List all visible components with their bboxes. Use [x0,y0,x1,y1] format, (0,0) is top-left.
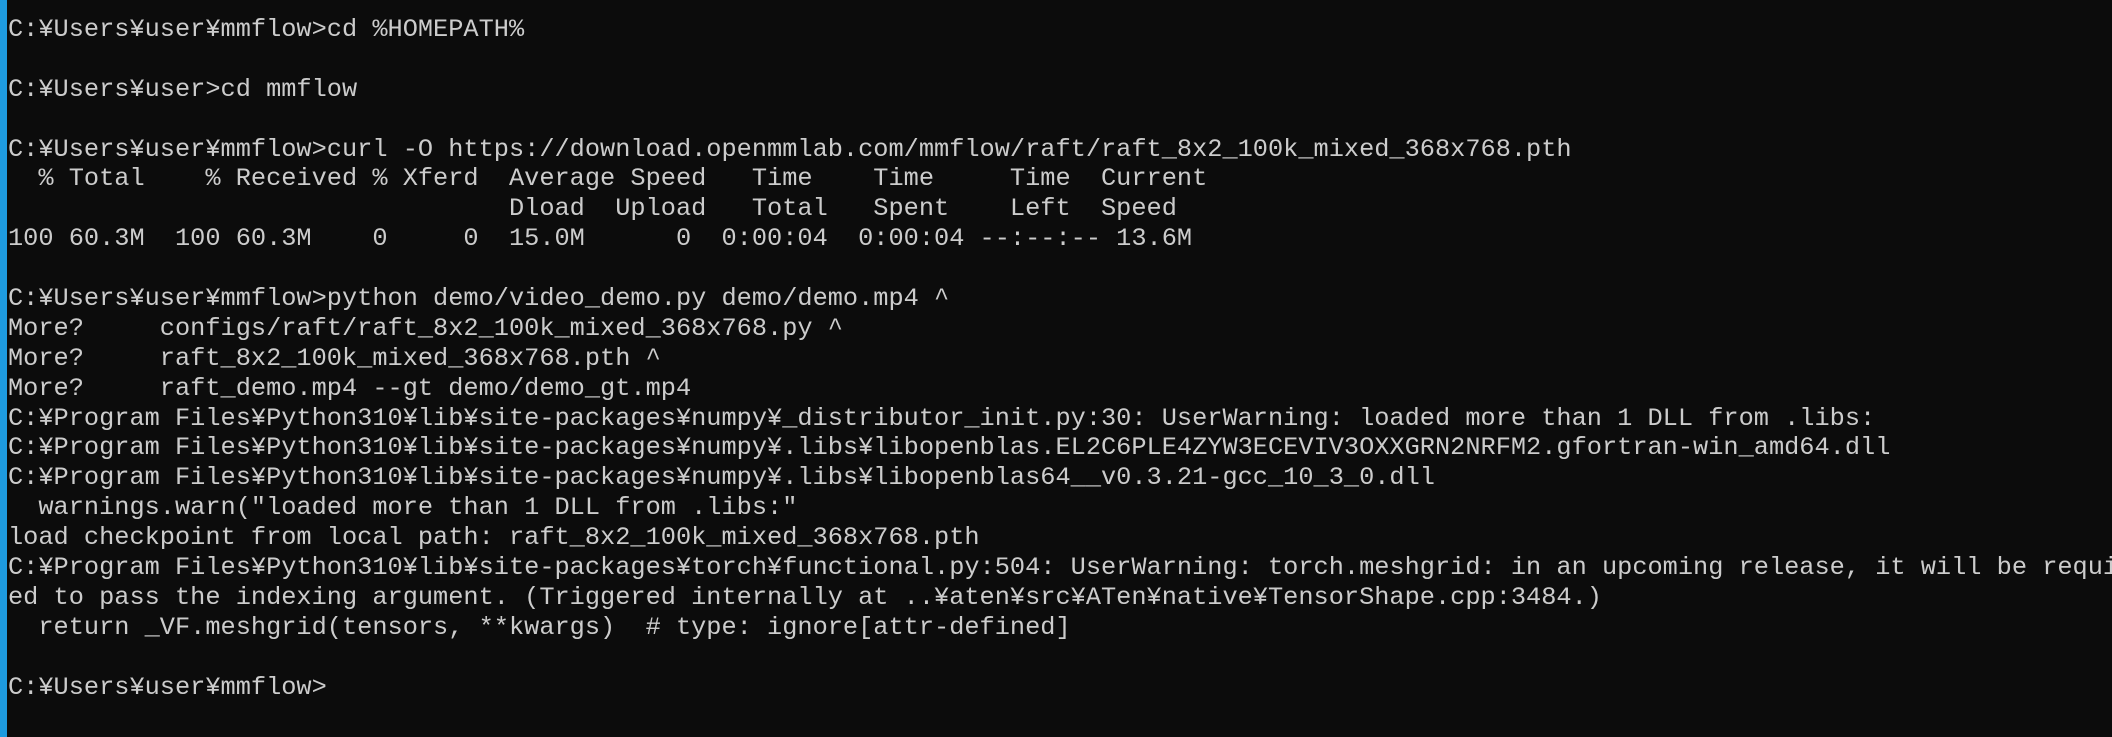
console-line: C:¥Users¥user¥mmflow>python demo/video_d… [8,284,950,314]
console-line: 100 60.3M 100 60.3M 0 0 15.0M 0 0:00:04 … [8,224,1193,254]
console-line: load checkpoint from local path: raft_8x… [8,523,980,553]
console-line: C:¥Program Files¥Python310¥lib¥site-pack… [8,403,1876,433]
window-edge [0,0,7,737]
terminal-output[interactable]: C:¥Users¥user¥mmflow>cd %HOMEPATH% C:¥Use… [8,15,2112,702]
console-line: return _VF.meshgrid(tensors, **kwargs) #… [8,612,1071,642]
command-prompt: C:¥Users¥user¥mmflow> [8,672,327,702]
console-line: C:¥Program Files¥Python310¥lib¥site-pack… [8,463,1435,493]
console-line: C:¥Users¥user>cd mmflow [8,74,358,104]
console-line: warnings.warn("loaded more than 1 DLL fr… [8,493,798,523]
console-line: C:¥Program Files¥Python310¥lib¥site-pack… [8,433,1891,463]
console-line: % Total % Received % Xferd Average Speed… [8,164,1208,194]
console-line: More? raft_8x2_100k_mixed_368x768.pth ^ [8,343,661,373]
console-line: C:¥Program Files¥Python310¥lib¥site-pack… [8,553,2112,583]
console-line: More? configs/raft/raft_8x2_100k_mixed_3… [8,313,843,343]
console-line: C:¥Users¥user¥mmflow>curl -O https://dow… [8,134,1572,164]
console-line: More? raft_demo.mp4 --gt demo/demo_gt.mp… [8,373,692,403]
console-line: C:¥Users¥user¥mmflow>cd %HOMEPATH% [8,15,525,44]
console-line: ed to pass the indexing argument. (Trigg… [8,582,1602,612]
console-line: Dload Upload Total Spent Left Speed [8,194,1177,224]
